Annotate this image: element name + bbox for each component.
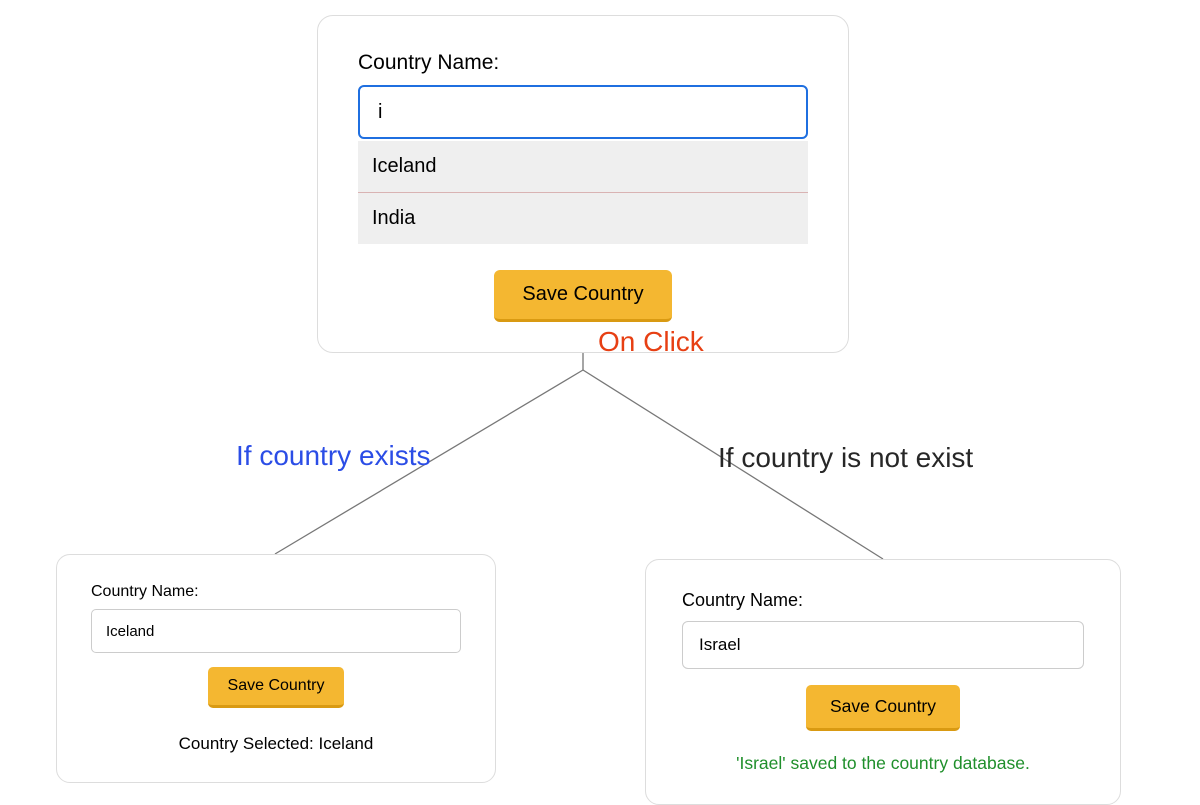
autocomplete-list: Iceland India — [358, 141, 808, 244]
autocomplete-item[interactable]: India — [358, 193, 808, 244]
autocomplete-item[interactable]: Iceland — [358, 141, 808, 193]
save-country-button[interactable]: Save Country — [806, 685, 960, 731]
on-click-label: On Click — [598, 326, 704, 358]
country-name-label: Country Name: — [91, 583, 461, 601]
save-country-button[interactable]: Save Country — [494, 270, 671, 322]
country-form-not-exists: Country Name: Save Country 'Israel' save… — [645, 559, 1121, 805]
branch-exists-label: If country exists — [236, 440, 431, 472]
branch-not-exists-label: If country is not exist — [718, 442, 973, 474]
country-name-label: Country Name: — [682, 590, 1084, 611]
country-name-input[interactable] — [358, 85, 808, 139]
country-name-input[interactable] — [682, 621, 1084, 669]
country-form-exists: Country Name: Save Country Country Selec… — [56, 554, 496, 783]
country-selected-message: Country Selected: Iceland — [91, 734, 461, 754]
country-form-initial: Country Name: Iceland India Save Country — [317, 15, 849, 353]
country-name-label: Country Name: — [358, 51, 808, 75]
country-saved-message: 'Israel' saved to the country database. — [682, 753, 1084, 774]
country-name-input[interactable] — [91, 609, 461, 653]
save-country-button[interactable]: Save Country — [208, 667, 345, 708]
